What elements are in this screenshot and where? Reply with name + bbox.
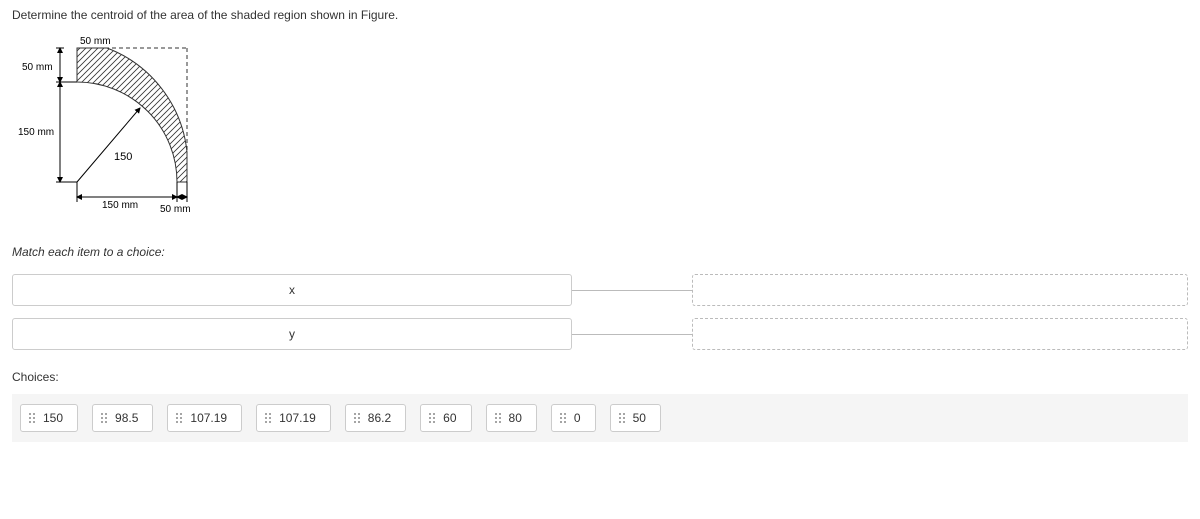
choice-chip[interactable]: 0: [551, 404, 596, 432]
drag-handle-icon: [265, 413, 271, 423]
drag-handle-icon: [29, 413, 35, 423]
drag-handle-icon: [176, 413, 182, 423]
choice-chip[interactable]: 60: [420, 404, 471, 432]
choice-label: 98.5: [115, 411, 138, 425]
match-row: y: [12, 318, 1188, 350]
fig-dim-top: 50 mm: [80, 36, 111, 47]
question-text: Determine the centroid of the area of th…: [12, 8, 1188, 22]
fig-dim-left-lower: 150 mm: [18, 127, 54, 138]
drag-handle-icon: [429, 413, 435, 423]
choice-chip[interactable]: 50: [610, 404, 661, 432]
drag-handle-icon: [619, 413, 625, 423]
drag-handle-icon: [495, 413, 501, 423]
choice-label: 0: [574, 411, 581, 425]
fig-dim-bottom-right: 50 mm: [160, 204, 191, 212]
centroid-figure-svg: 150 50 mm 150 mm 50 mm 150 mm 50 mm: [12, 32, 212, 212]
drag-handle-icon: [354, 413, 360, 423]
choices-label: Choices:: [12, 370, 1188, 384]
match-item-y: y: [12, 318, 572, 350]
match-row: x: [12, 274, 1188, 306]
choice-chip[interactable]: 98.5: [92, 404, 153, 432]
choice-label: 150: [43, 411, 63, 425]
match-instruction: Match each item to a choice:: [12, 245, 1188, 259]
match-connector: [572, 334, 692, 335]
choice-chip[interactable]: 80: [486, 404, 537, 432]
choice-label: 80: [509, 411, 522, 425]
match-connector: [572, 290, 692, 291]
choice-chip[interactable]: 150: [20, 404, 78, 432]
choice-label: 107.19: [190, 411, 227, 425]
choice-chip[interactable]: 86.2: [345, 404, 406, 432]
choice-label: 60: [443, 411, 456, 425]
fig-dim-left-upper: 50 mm: [22, 62, 53, 73]
choice-label: 107.19: [279, 411, 316, 425]
choice-label: 50: [633, 411, 646, 425]
drag-handle-icon: [101, 413, 107, 423]
choice-chip[interactable]: 107.19: [256, 404, 331, 432]
match-rows: x y: [12, 274, 1188, 350]
drop-zone-x[interactable]: [692, 274, 1188, 306]
choice-label: 86.2: [368, 411, 391, 425]
drag-handle-icon: [560, 413, 566, 423]
choices-bar: 150 98.5 107.19 107.19 86.2 60 80 0 50: [12, 394, 1188, 442]
fig-radius-label: 150: [114, 151, 132, 163]
fig-dim-bottom-left: 150 mm: [102, 200, 138, 211]
figure: 150 50 mm 150 mm 50 mm 150 mm 50 mm: [12, 32, 1188, 215]
choice-chip[interactable]: 107.19: [167, 404, 242, 432]
drop-zone-y[interactable]: [692, 318, 1188, 350]
match-item-x: x: [12, 274, 572, 306]
